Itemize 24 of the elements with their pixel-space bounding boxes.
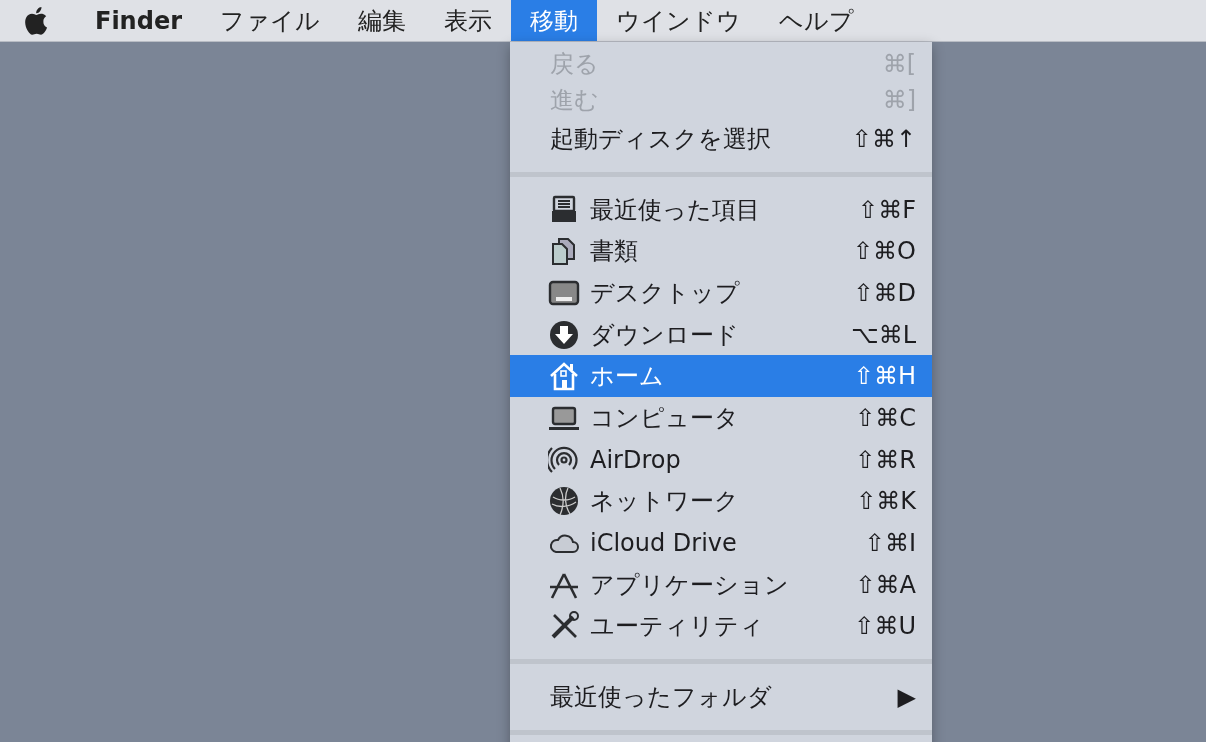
menu-bar-item[interactable]: 移動 — [511, 0, 597, 41]
apple-logo-icon[interactable] — [22, 5, 48, 36]
menu-item[interactable]: アプリケーション ⇧⌘A — [510, 563, 932, 606]
menu-item[interactable]: 最近使ったフォルダ ▶ — [510, 676, 932, 718]
menu-bar-item[interactable]: Finder — [76, 0, 201, 41]
menu-item[interactable]: コンピュータ ⇧⌘C — [510, 397, 932, 439]
menu-item[interactable]: 最近使った項目 ⇧⌘F — [510, 188, 932, 231]
menu-bar-item[interactable]: 編集 — [339, 0, 425, 41]
globe-icon — [548, 485, 580, 518]
menu-item[interactable]: AirDrop ⇧⌘R — [510, 438, 932, 481]
menu-item[interactable]: ダウンロード ⌥⌘L — [510, 313, 932, 356]
menu-bar-item[interactable]: 表示 — [425, 0, 511, 41]
house-icon — [548, 360, 580, 393]
menu-bar-item[interactable]: ヘルプ — [760, 0, 873, 41]
menu-item[interactable]: 書類 ⇧⌘O — [510, 230, 932, 273]
menu-bar-item[interactable]: ファイル — [201, 0, 339, 41]
menu-item[interactable]: ホーム ⇧⌘H — [510, 355, 932, 398]
menu-item[interactable]: ユーティリティ ⇧⌘U — [510, 605, 932, 648]
download-icon — [548, 318, 580, 351]
menu-bar-item[interactable]: ウインドウ — [597, 0, 760, 41]
menu-item[interactable]: 起動ディスクを選択 ⇧⌘↑ — [510, 118, 932, 160]
menu-item[interactable]: デスクトップ ⇧⌘D — [510, 272, 932, 314]
menu-item[interactable]: ネットワーク ⇧⌘K — [510, 480, 932, 523]
menu-item[interactable]: iCloud Drive ⇧⌘I — [510, 522, 932, 564]
